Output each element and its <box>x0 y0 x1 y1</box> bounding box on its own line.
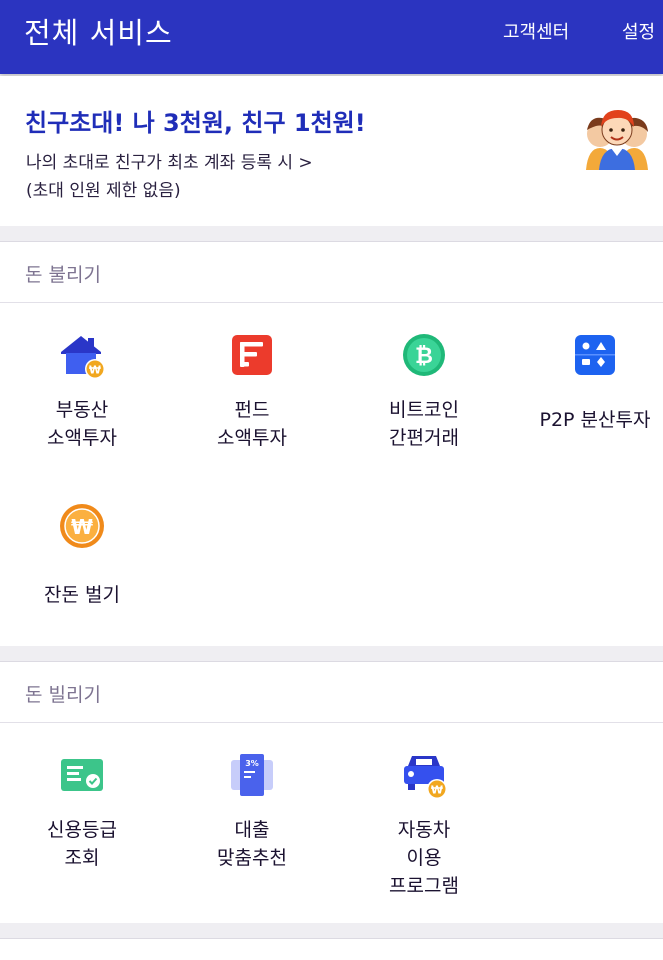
promo-note: (초대 인원 제한 없음) <box>26 181 181 201</box>
house-won-icon: ₩ <box>61 336 105 378</box>
service-bitcoin[interactable]: ₿ 비트코인 간편거래 <box>349 332 499 452</box>
svg-text:₩: ₩ <box>71 515 93 539</box>
service-label-line: P2P 분산투자 <box>539 409 651 431</box>
invite-promo-banner[interactable]: 친구초대! 나 3천원, 친구 1천원! 나의 초대로 친구가 최초 계좌 등록… <box>0 76 663 226</box>
service-label-line: 프로그램 <box>389 875 459 897</box>
service-label-line: 소액투자 <box>47 427 117 449</box>
section-borrow-money: 돈 빌리기 신용등급 조회 3% 대출 맞춤추천 ₩ 자동차 이용 프로그램 <box>0 661 663 923</box>
service-label-line: 이용 <box>406 847 442 869</box>
section-grow-money: 돈 불리기 ₩ 부동산 소액투자 펀드 소액투자 ₿ 비트코인 간편거래 P2P… <box>0 241 663 646</box>
section-title: 돈 불리기 <box>25 264 101 286</box>
service-label-line: 조회 <box>64 847 100 869</box>
customer-center-link[interactable]: 고객센터 <box>503 18 569 44</box>
service-p2p[interactable]: P2P 분산투자 <box>520 332 663 452</box>
won-coin-icon: ₩ <box>60 504 104 548</box>
service-loan-recommend[interactable]: 3% 대출 맞춤추천 <box>177 752 327 872</box>
service-label-line: 신용등급 <box>47 819 117 841</box>
car-won-icon: ₩ <box>404 756 447 798</box>
service-label-line: 맞춤추천 <box>217 847 287 869</box>
section-divider <box>0 722 663 723</box>
service-label-line: 대출 <box>234 819 270 841</box>
service-label-line: 잔돈 벌기 <box>44 584 120 606</box>
promo-headline: 친구초대! 나 3천원, 친구 1천원! <box>25 109 366 137</box>
service-label-line: 간편거래 <box>389 427 459 449</box>
fund-icon <box>232 335 272 375</box>
service-label-line: 부동산 <box>55 399 109 421</box>
credit-card-check-icon <box>61 759 103 791</box>
service-fund[interactable]: 펀드 소액투자 <box>177 332 327 452</box>
service-credit-score[interactable]: 신용등급 조회 <box>7 752 157 872</box>
p2p-icon <box>575 335 615 375</box>
service-real-estate[interactable]: ₩ 부동산 소액투자 <box>7 332 157 452</box>
service-label-line: 자동차 <box>397 819 451 841</box>
app-header: 전체 서비스 고객센터 설정 <box>0 0 663 74</box>
section-divider <box>0 302 663 303</box>
settings-link[interactable]: 설정 <box>622 18 655 44</box>
loan-rate-icon: 3% <box>231 754 273 796</box>
service-label-line: 비트코인 <box>389 399 459 421</box>
svg-text:₩: ₩ <box>431 784 443 797</box>
bitcoin-icon: ₿ <box>403 334 445 376</box>
service-spare-change[interactable]: ₩ 잔돈 벌기 <box>7 503 157 606</box>
promo-description[interactable]: 나의 초대로 친구가 최초 계좌 등록 시 > <box>26 148 313 173</box>
service-label-line: 펀드 <box>234 399 270 421</box>
friends-illustration <box>586 110 648 170</box>
service-label-line: 소액투자 <box>217 427 287 449</box>
service-car-program[interactable]: ₩ 자동차 이용 프로그램 <box>349 752 499 902</box>
svg-text:₿: ₿ <box>415 344 433 369</box>
section-next-partial <box>0 938 663 960</box>
svg-text:₩: ₩ <box>89 364 101 377</box>
section-title: 돈 빌리기 <box>25 684 101 706</box>
page-title: 전체 서비스 <box>24 16 173 50</box>
loan-rate-badge: 3% <box>245 759 259 768</box>
